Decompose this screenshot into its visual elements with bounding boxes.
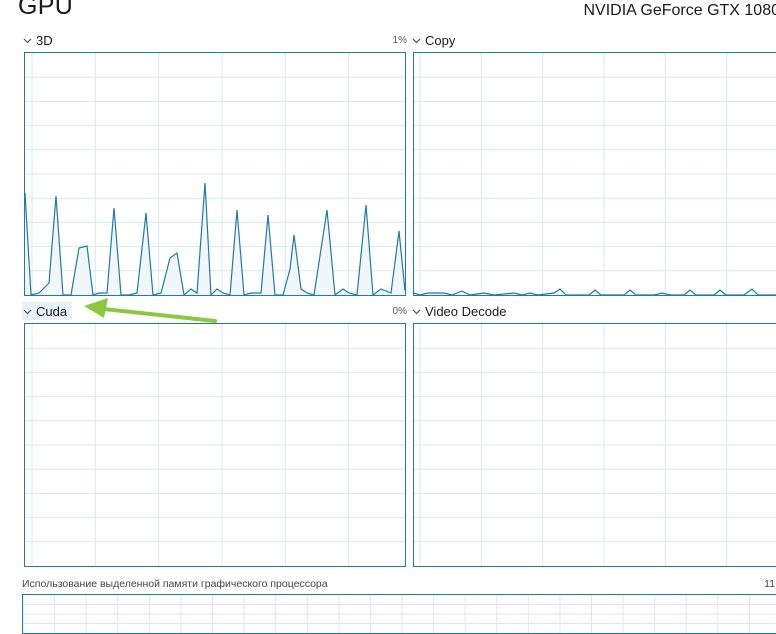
engine-graph-3d bbox=[24, 52, 406, 296]
engine-header-cuda[interactable]: Cuda bbox=[22, 302, 67, 320]
chevron-down-icon[interactable] bbox=[22, 33, 33, 47]
engine-graph-copy bbox=[413, 52, 776, 296]
gpu-device-name: NVIDIA GeForce GTX 1080 bbox=[583, 2, 776, 19]
chevron-down-icon[interactable] bbox=[411, 33, 422, 47]
engine-label-video-decode: Video Decode bbox=[425, 303, 507, 319]
engine-percent-cuda: 0% bbox=[392, 306, 407, 317]
dedicated-memory-graph bbox=[22, 594, 776, 634]
engine-label-cuda: Cuda bbox=[36, 303, 68, 319]
engine-graph-cuda bbox=[24, 323, 406, 567]
activity-area bbox=[25, 183, 405, 295]
engine-label-3d: 3D bbox=[36, 32, 53, 48]
engine-graph-video-decode bbox=[413, 323, 776, 567]
engine-label-copy: Copy bbox=[425, 32, 456, 48]
page-title: GPU bbox=[18, 0, 74, 20]
chevron-down-icon[interactable] bbox=[22, 304, 33, 318]
engine-header-copy[interactable]: Copy bbox=[411, 31, 455, 49]
dedicated-memory-value: 11, bbox=[764, 578, 776, 590]
chevron-down-icon[interactable] bbox=[411, 304, 422, 318]
engine-header-video-decode[interactable]: Video Decode bbox=[411, 302, 506, 320]
engine-percent-3d: 1% bbox=[392, 35, 407, 46]
dedicated-memory-label: Использование выделенной памяти графичес… bbox=[22, 578, 328, 590]
engine-header-3d[interactable]: 3D bbox=[22, 31, 53, 49]
